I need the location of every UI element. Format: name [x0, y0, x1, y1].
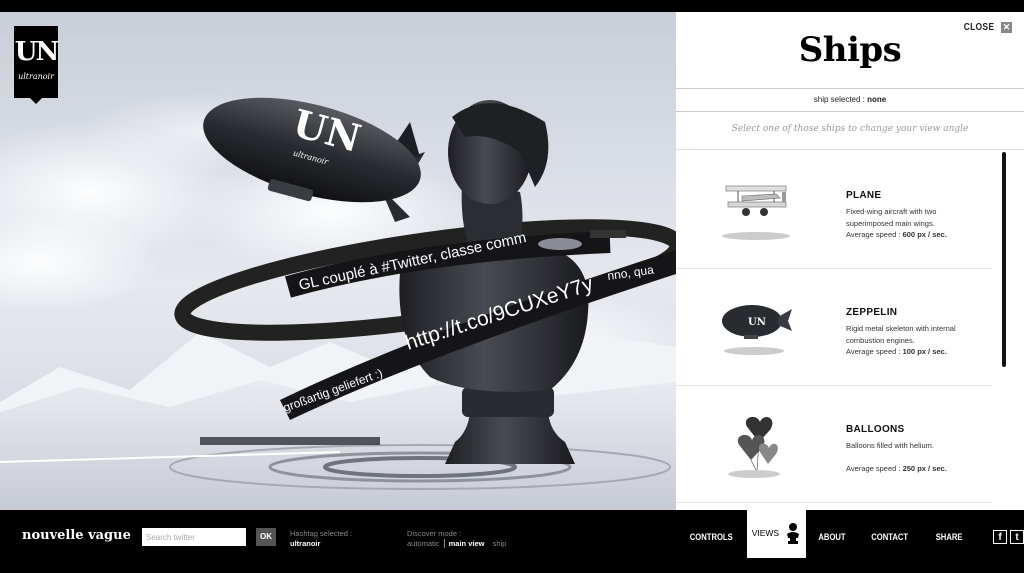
ship-speed: Average speed : 250 px / sec.	[846, 464, 947, 473]
ship-speed-label: Average speed :	[846, 464, 901, 473]
logo-word: ultranoir	[18, 72, 54, 81]
ship-selected-status: ship selected : none	[676, 95, 1024, 104]
biplane-icon	[722, 185, 790, 240]
search-input[interactable]	[142, 528, 246, 546]
balloons-icon	[728, 416, 780, 478]
ship-list: PLANE Fixed-wing aircraft with two super…	[676, 152, 992, 503]
nav-share[interactable]: SHARE THIS	[927, 510, 986, 573]
zeppelin-icon: UN	[722, 305, 792, 355]
ship-speed-label: Average speed :	[846, 347, 901, 356]
nav-views-label: VIEWS	[751, 528, 780, 538]
divider	[676, 111, 1024, 112]
ship-speed-value: 100 px / sec.	[902, 347, 947, 356]
svg-text:UN: UN	[748, 317, 766, 328]
twitter-icon[interactable]: t	[1010, 530, 1024, 544]
nav-contact[interactable]: CONTACT	[863, 510, 917, 573]
ship-selected-value: none	[867, 95, 887, 104]
ships-panel: CLOSE ✕ Ships ship selected : none Selec…	[676, 12, 1024, 510]
ship-name: ZEPPELIN	[846, 307, 898, 318]
ship-list-scrollbar[interactable]	[1002, 152, 1006, 367]
bust-icon	[787, 523, 800, 544]
panel-title: Ships	[798, 30, 902, 70]
logo-mark: UN	[14, 37, 59, 67]
divider	[676, 88, 1024, 89]
ship-selected-label: ship selected :	[813, 95, 865, 104]
ship-name: BALLOONS	[846, 424, 905, 435]
main-nav: CONTROLS VIEWS ABOUT CONTACT SHARE THIS …	[676, 508, 1024, 573]
scene-render: GL couplé à #Twitter, classe comm nno, q…	[0, 92, 676, 510]
nav-views[interactable]: VIEWS	[746, 508, 807, 558]
facebook-icon[interactable]: f	[993, 530, 1007, 544]
ship-desc: Fixed-wing aircraft with two superimpose…	[846, 207, 937, 228]
discover-label: Discover mode :	[407, 529, 462, 538]
search-ok-button[interactable]: OK	[256, 528, 276, 546]
social-links: f t	[993, 530, 1024, 544]
ship-desc: Balloons filled with helium.	[846, 441, 934, 450]
ship-speed-value: 250 px / sec.	[902, 464, 947, 473]
brand-title[interactable]: nouvelle vague	[22, 528, 131, 543]
ship-desc: Rigid metal skeleton with internal combu…	[846, 324, 956, 345]
ship-speed-label: Average speed :	[846, 230, 901, 239]
ship-item-zeppelin[interactable]: UN ZEPPELIN Rigid metal skeleton with in…	[676, 269, 992, 386]
hashtag-label: Hashtag selected :	[290, 529, 353, 538]
panel-hint: Select one of those ships to change your…	[731, 124, 969, 134]
ship-item-balloons[interactable]: BALLOONS Balloons filled with helium. Av…	[676, 386, 992, 503]
discover-mode: Discover mode : automatic main view ship	[407, 529, 506, 549]
discover-mode-ship[interactable]: ship	[493, 539, 507, 548]
divider	[676, 149, 1024, 150]
hashtag-value: ultranoir	[290, 539, 321, 548]
nav-controls[interactable]: CONTROLS	[681, 510, 741, 573]
ship-speed: Average speed : 100 px / sec.	[846, 347, 947, 356]
nav-about[interactable]: ABOUT	[810, 510, 854, 573]
ship-item-plane[interactable]: PLANE Fixed-wing aircraft with two super…	[676, 152, 992, 269]
ultranoir-logo[interactable]: UN ultranoir	[14, 26, 59, 104]
discover-mode-main-view[interactable]: main view	[443, 539, 485, 548]
ship-name: PLANE	[846, 190, 882, 201]
scene-viewport[interactable]: GL couplé à #Twitter, classe comm nno, q…	[0, 12, 676, 510]
hashtag-status: Hashtag selected : ultranoir	[290, 529, 352, 549]
bottom-bar: nouvelle vague OK Hashtag selected : ult…	[0, 508, 1024, 573]
ship-speed: Average speed : 600 px / sec.	[846, 230, 947, 239]
ship-speed-value: 600 px / sec.	[902, 230, 947, 239]
discover-mode-automatic[interactable]: automatic	[407, 539, 440, 548]
top-border	[0, 0, 1024, 12]
